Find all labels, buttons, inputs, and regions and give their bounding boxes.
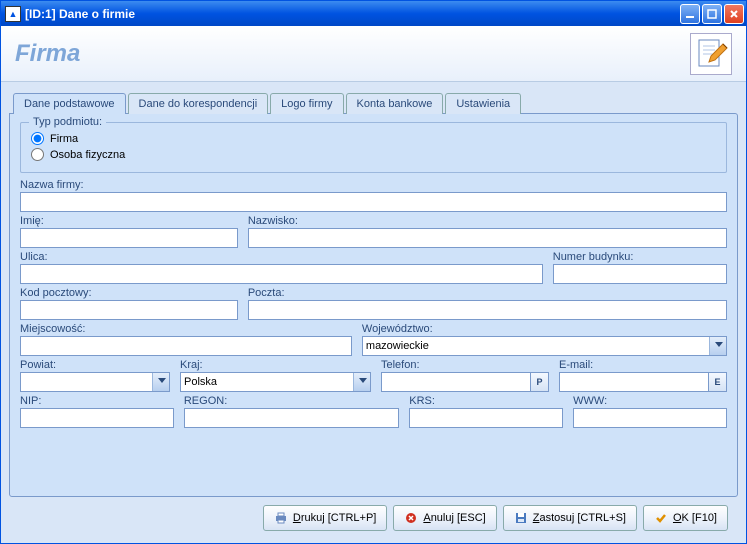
app-icon: ▲ (5, 6, 21, 22)
company-name-input[interactable] (20, 192, 727, 212)
close-icon (729, 9, 739, 19)
email-picker-button[interactable]: E (709, 372, 727, 392)
tab-settings[interactable]: Ustawienia (445, 93, 521, 114)
country-select[interactable] (180, 372, 371, 392)
street-input[interactable] (20, 264, 543, 284)
building-no-label: Numer budynku: (553, 251, 727, 263)
post-office-label: Poczta: (248, 287, 727, 299)
maximize-icon (707, 9, 717, 19)
button-bar: Drukuj [CTRL+P] Anuluj [ESC] Zastosuj [C… (9, 497, 738, 539)
nip-input[interactable] (20, 408, 174, 428)
company-name-label: Nazwa firmy: (20, 179, 727, 191)
country-label: Kraj: (180, 359, 371, 371)
email-input[interactable] (559, 372, 709, 392)
tab-bank-accounts[interactable]: Konta bankowe (346, 93, 444, 114)
radio-osoba[interactable] (31, 148, 44, 161)
street-label: Ulica: (20, 251, 543, 263)
phone-input[interactable] (381, 372, 531, 392)
page-header: Firma (1, 26, 746, 82)
postal-code-label: Kod pocztowy: (20, 287, 238, 299)
radio-osoba-label: Osoba fizyczna (50, 149, 125, 161)
tab-bar: Dane podstawowe Dane do korespondencji L… (13, 92, 738, 113)
postal-code-input[interactable] (20, 300, 238, 320)
post-office-input[interactable] (248, 300, 727, 320)
minimize-button[interactable] (680, 4, 700, 24)
cancel-button[interactable]: Anuluj [ESC] (393, 505, 496, 531)
tab-basic-data[interactable]: Dane podstawowe (13, 93, 126, 114)
edit-document-icon (690, 33, 732, 75)
maximize-button[interactable] (702, 4, 722, 24)
regon-input[interactable] (184, 408, 399, 428)
county-label: Powiat: (20, 359, 170, 371)
minimize-icon (685, 9, 695, 19)
county-select[interactable] (20, 372, 170, 392)
apply-label: Zastosuj [CTRL+S] (533, 512, 626, 524)
close-button[interactable] (724, 4, 744, 24)
phone-picker-button[interactable]: P (531, 372, 549, 392)
window-controls (680, 4, 744, 24)
phone-label: Telefon: (381, 359, 549, 371)
cancel-icon (404, 511, 418, 525)
nip-label: NIP: (20, 395, 174, 407)
voivodeship-select[interactable] (362, 336, 727, 356)
krs-input[interactable] (409, 408, 563, 428)
content-area: Dane podstawowe Dane do korespondencji L… (1, 82, 746, 543)
www-label: WWW: (573, 395, 727, 407)
save-icon (514, 511, 528, 525)
ok-icon (654, 511, 668, 525)
ok-button[interactable]: OK [F10] (643, 505, 728, 531)
window: ▲ [ID:1] Dane o firmie Firma Dane podsta… (0, 0, 747, 544)
regon-label: REGON: (184, 395, 399, 407)
tab-correspondence[interactable]: Dane do korespondencji (128, 93, 269, 114)
entity-type-label: Typ podmiotu: (29, 116, 106, 128)
last-name-input[interactable] (248, 228, 727, 248)
city-input[interactable] (20, 336, 352, 356)
building-no-input[interactable] (553, 264, 727, 284)
radio-firma-label: Firma (50, 133, 78, 145)
email-label: E-mail: (559, 359, 727, 371)
page-title: Firma (15, 40, 690, 68)
krs-label: KRS: (409, 395, 563, 407)
www-input[interactable] (573, 408, 727, 428)
radio-firma[interactable] (31, 132, 44, 145)
titlebar: ▲ [ID:1] Dane o firmie (1, 1, 746, 26)
city-label: Miejscowość: (20, 323, 352, 335)
tab-panel-basic: Typ podmiotu: Firma Osoba fizyczna Nazwa… (9, 113, 738, 497)
window-title: [ID:1] Dane o firmie (25, 7, 680, 21)
print-label: Drukuj [CTRL+P] (293, 512, 376, 524)
tab-logo[interactable]: Logo firmy (270, 93, 343, 114)
entity-type-group: Typ podmiotu: Firma Osoba fizyczna (20, 122, 727, 173)
first-name-input[interactable] (20, 228, 238, 248)
voivodeship-label: Województwo: (362, 323, 727, 335)
print-button[interactable]: Drukuj [CTRL+P] (263, 505, 387, 531)
first-name-label: Imię: (20, 215, 238, 227)
cancel-label: Anuluj [ESC] (423, 512, 485, 524)
printer-icon (274, 511, 288, 525)
ok-label: OK [F10] (673, 512, 717, 524)
last-name-label: Nazwisko: (248, 215, 727, 227)
apply-button[interactable]: Zastosuj [CTRL+S] (503, 505, 637, 531)
